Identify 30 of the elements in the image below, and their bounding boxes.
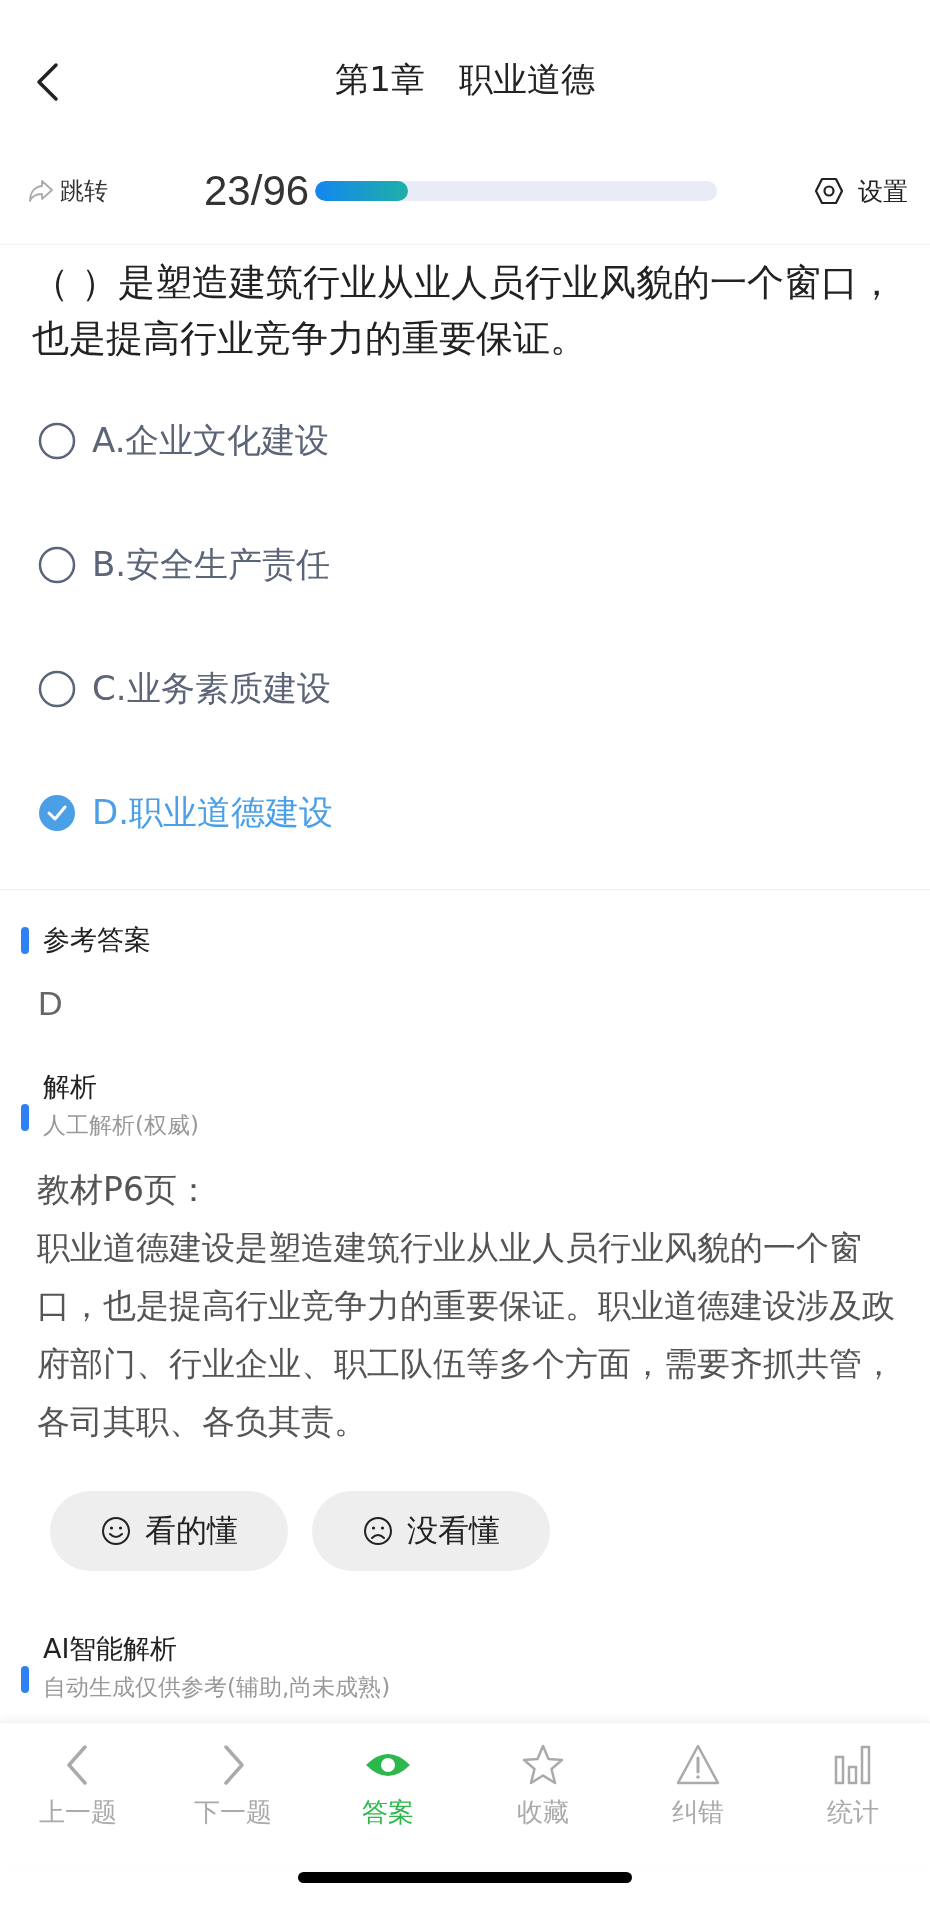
smiley-icon bbox=[100, 1516, 131, 1546]
question-text: （ ）是塑造建筑行业从业人员行业风貌的一个窗口，也是提高行业竞争力的重要保证。 bbox=[31, 260, 896, 362]
feedback-button[interactable]: 看的懂 bbox=[50, 1491, 288, 1571]
section-title: AI智能解析 bbox=[43, 1632, 179, 1666]
section-subtitle: 自动生成仅供参考(辅助,尚未成熟) bbox=[43, 1673, 391, 1702]
chapter-title: 第1章 职业道德 bbox=[335, 58, 595, 101]
feedback-button[interactable]: 没看懂 bbox=[312, 1491, 550, 1571]
answer-value: D bbox=[37, 983, 64, 1024]
progress-count: 23/96 bbox=[204, 167, 310, 215]
back-icon[interactable] bbox=[34, 62, 60, 102]
radio-icon bbox=[38, 670, 76, 708]
answer-option[interactable]: B.安全生产责任 bbox=[38, 503, 930, 627]
section-marker bbox=[21, 1665, 29, 1693]
settings-button[interactable]: 设置 bbox=[814, 174, 908, 208]
analysis-text: 教材P6页： bbox=[37, 1169, 211, 1211]
radio-icon bbox=[38, 546, 76, 584]
jump-button[interactable]: 跳转 bbox=[28, 175, 204, 207]
settings-icon bbox=[814, 176, 844, 206]
frown-icon bbox=[362, 1516, 393, 1546]
section-title: 参考答案 bbox=[43, 923, 151, 957]
answer-option[interactable]: A.企业文化建设 bbox=[38, 379, 930, 503]
analysis-text: 职业道德建设是塑造建筑行业从业人员行业风貌的一个窗口，也是提高行业竞争力的重要保证。职业道德建设涉及政府部门、行业企业、职工队伍等多个方面，需要齐抓共管，各司其职、各负其责。 bbox=[37, 1227, 896, 1443]
check-circle-icon bbox=[38, 794, 76, 832]
section-title: 解析 bbox=[43, 1070, 98, 1104]
radio-icon bbox=[38, 422, 76, 460]
answer-option[interactable]: C.业务素质建设 bbox=[38, 627, 930, 751]
share-arrow-icon bbox=[28, 179, 54, 203]
section-subtitle: 人工解析(权威) bbox=[43, 1111, 199, 1140]
section-marker bbox=[21, 926, 29, 954]
section-marker bbox=[21, 1103, 29, 1131]
